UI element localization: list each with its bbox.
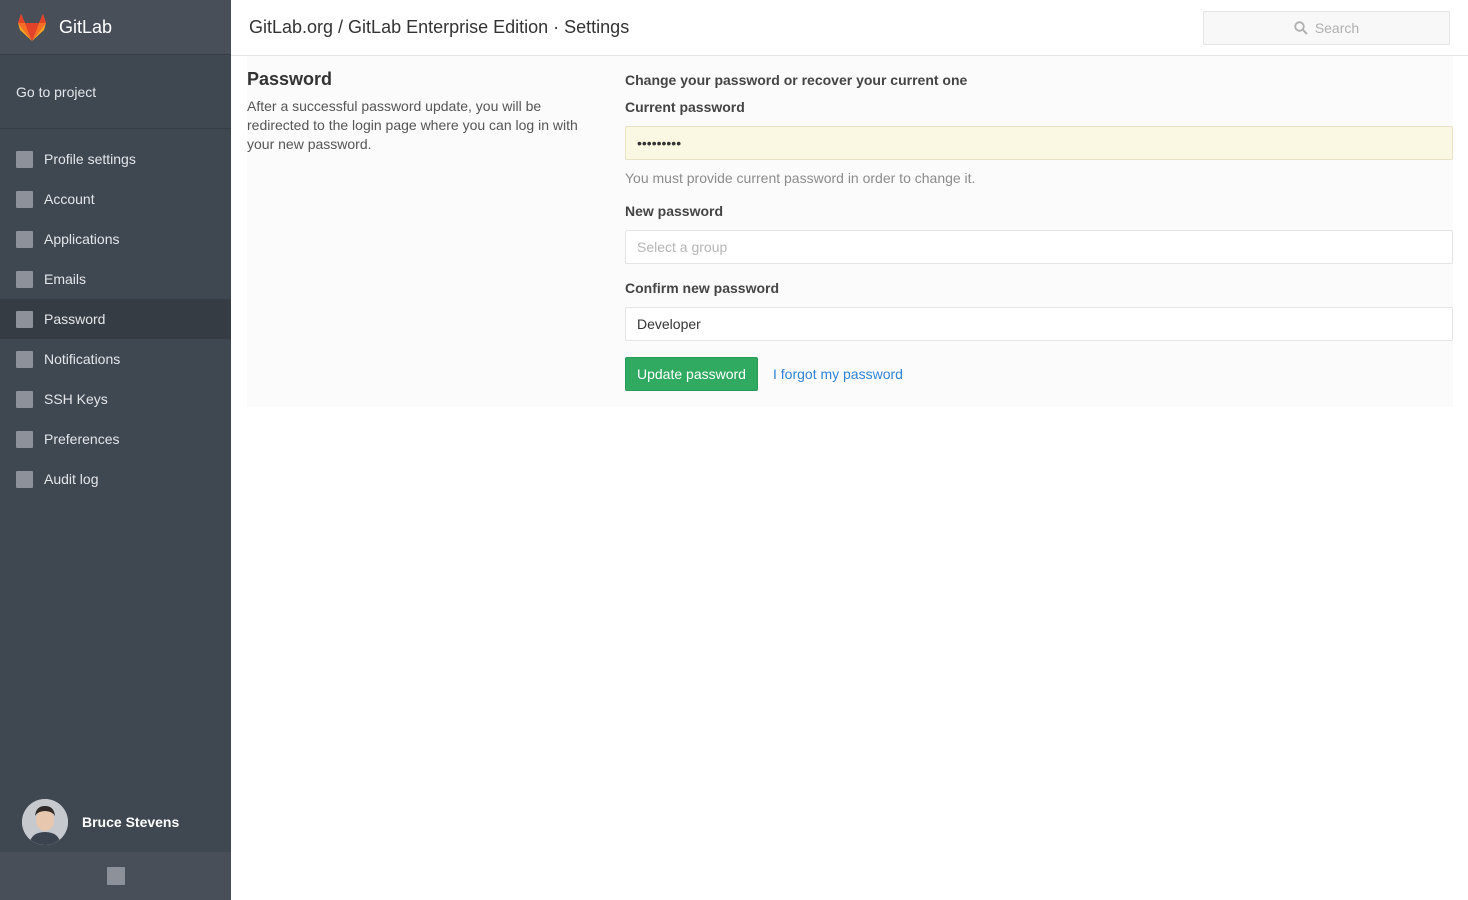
- sidebar-item-label: Notifications: [44, 351, 121, 367]
- new-password-field[interactable]: [625, 230, 1453, 264]
- forgot-password-link[interactable]: I forgot my password: [773, 366, 903, 382]
- sidebar-item-label: Preferences: [44, 431, 120, 447]
- sidebar-nav: Profile settings Account Applications Em…: [0, 129, 231, 499]
- update-password-button[interactable]: Update password: [625, 357, 758, 391]
- sidebar-item-notifications[interactable]: Notifications: [0, 339, 231, 379]
- new-password-label: New password: [625, 203, 724, 219]
- brand-name: GitLab: [59, 16, 113, 37]
- current-password-label: Current password: [625, 99, 745, 115]
- search-input[interactable]: Search: [1203, 11, 1450, 45]
- top-header: GitLab.org / GitLab Enterprise Edition ·…: [231, 0, 1468, 56]
- sidebar-item-label: Profile settings: [44, 151, 136, 167]
- angle-left-icon[interactable]: [106, 867, 125, 885]
- sidebar-item-account[interactable]: Account: [0, 179, 231, 219]
- current-password-field[interactable]: [625, 126, 1453, 160]
- sidebar-item-preferences[interactable]: Preferences: [0, 419, 231, 459]
- sidebar-item-label: Account: [44, 191, 95, 207]
- sidebar-item-label: Applications: [44, 231, 120, 247]
- sidebar-item-applications[interactable]: Applications: [0, 219, 231, 259]
- section-info: Password After a successful password upd…: [247, 69, 592, 154]
- sidebar-item-label: Emails: [44, 271, 87, 287]
- confirm-password-field[interactable]: [625, 307, 1453, 341]
- key-icon: [16, 390, 33, 408]
- current-password-help: You must provide current password in ord…: [625, 170, 976, 186]
- search-placeholder: Search: [1314, 20, 1360, 36]
- envelope-icon: [16, 270, 33, 288]
- sidebar-footer: [0, 852, 231, 900]
- user-icon: [16, 150, 33, 168]
- confirm-password-label: Confirm new password: [625, 280, 780, 296]
- user-profile[interactable]: Bruce Stevens: [0, 792, 231, 852]
- image-icon: [16, 430, 33, 448]
- sidebar-item-audit-log[interactable]: Audit log: [0, 459, 231, 499]
- section-title: Password: [247, 69, 333, 89]
- inbox-icon: [16, 350, 33, 368]
- form-intro: Change your password or recover your cur…: [625, 72, 968, 88]
- page-title: GitLab.org / GitLab Enterprise Edition ·…: [249, 17, 630, 37]
- sidebar: GitLab Go to project Profile settings Ac…: [0, 0, 231, 900]
- lock-icon: [16, 310, 33, 328]
- sidebar-item-label: SSH Keys: [44, 391, 108, 407]
- gear-icon: [16, 190, 33, 208]
- user-name: Bruce Stevens: [82, 814, 180, 830]
- sidebar-item-emails[interactable]: Emails: [0, 259, 231, 299]
- avatar: [22, 799, 68, 845]
- search-icon: [1294, 21, 1308, 35]
- brand[interactable]: GitLab: [0, 0, 231, 55]
- section-description: After a successful password update, you …: [247, 98, 578, 152]
- sidebar-item-password[interactable]: Password: [0, 299, 231, 339]
- go-to-project-link[interactable]: Go to project: [0, 55, 231, 129]
- sidebar-item-label: Password: [44, 311, 106, 327]
- password-settings-panel: Password After a successful password upd…: [247, 56, 1453, 407]
- sidebar-item-ssh-keys[interactable]: SSH Keys: [0, 379, 231, 419]
- history-icon: [16, 470, 33, 488]
- cloud-icon: [16, 230, 33, 248]
- gitlab-logo-icon: [18, 14, 46, 41]
- sidebar-item-label: Audit log: [44, 471, 99, 487]
- sidebar-item-profile-settings[interactable]: Profile settings: [0, 139, 231, 179]
